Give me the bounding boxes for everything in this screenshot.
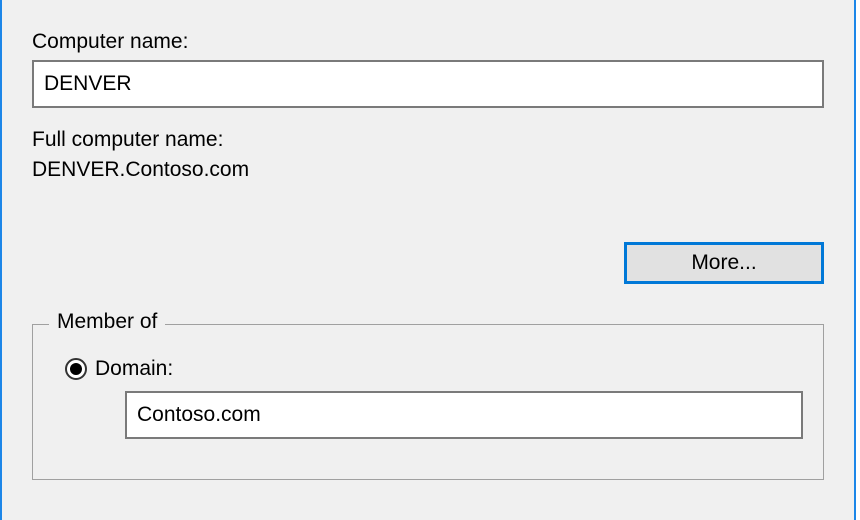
computer-name-dialog: Computer name: Full computer name: DENVE… <box>0 0 856 520</box>
computer-name-input[interactable] <box>32 60 824 108</box>
more-button[interactable]: More... <box>624 242 824 284</box>
full-computer-name-label: Full computer name: <box>32 128 824 152</box>
domain-radio-label[interactable]: Domain: <box>95 357 173 381</box>
more-button-row: More... <box>32 242 824 284</box>
full-computer-name-value: DENVER.Contoso.com <box>32 158 824 182</box>
domain-radio-row[interactable]: Domain: <box>65 357 803 381</box>
domain-input[interactable] <box>125 391 803 439</box>
radio-selected-icon <box>70 363 82 375</box>
member-of-legend: Member of <box>49 310 165 334</box>
full-computer-name-block: Full computer name: DENVER.Contoso.com <box>32 128 824 182</box>
domain-radio-button[interactable] <box>65 358 87 380</box>
member-of-group: Member of Domain: <box>32 324 824 480</box>
computer-name-label: Computer name: <box>32 30 824 54</box>
